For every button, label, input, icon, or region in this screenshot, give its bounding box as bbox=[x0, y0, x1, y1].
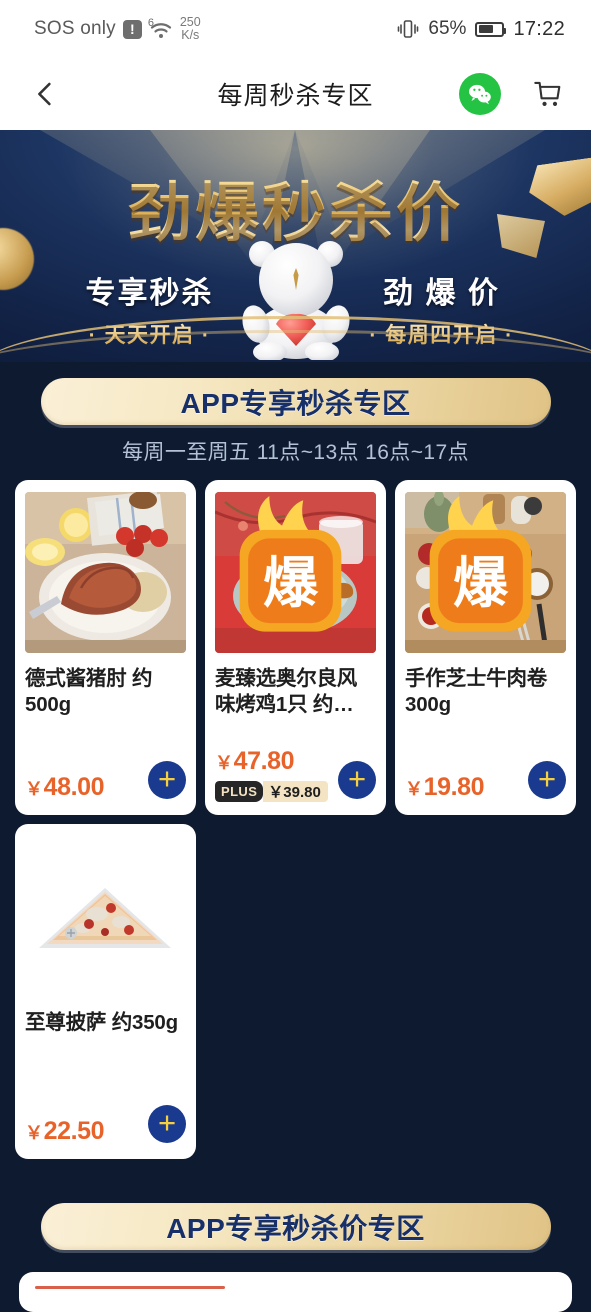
product-name: 麦臻选奥尔良风味烤鸡1只 约1.1k... bbox=[215, 667, 358, 717]
product-card[interactable]: 爆 手作芝士牛肉卷 300g ￥19.80 + bbox=[395, 480, 576, 815]
product-name: 手作芝士牛肉卷 300g bbox=[405, 667, 548, 717]
section-two-pill[interactable]: APP专享秒杀价专区 bbox=[40, 1203, 551, 1250]
add-to-cart-button[interactable]: + bbox=[338, 761, 376, 799]
product-footer: ￥22.50 + bbox=[25, 1105, 186, 1159]
wifi-icon: 6 bbox=[147, 17, 173, 39]
nav-bar: 每周秒杀专区 bbox=[0, 58, 591, 130]
battery-icon bbox=[475, 21, 507, 37]
add-to-cart-button[interactable]: + bbox=[528, 761, 566, 799]
plus-icon: + bbox=[157, 1104, 177, 1140]
plus-icon: + bbox=[157, 760, 177, 796]
product-card[interactable]: 爆 麦臻选奥尔良风味烤鸡1只 约1.1k... ￥47.80 PLUS ￥39.… bbox=[205, 480, 386, 815]
wechat-icon[interactable] bbox=[459, 73, 501, 115]
section-two-panel bbox=[19, 1272, 572, 1312]
price-block: ￥22.50 bbox=[25, 1117, 105, 1146]
product-footer: ￥48.00 + bbox=[25, 761, 186, 815]
price-block: ￥47.80 PLUS ￥39.80 bbox=[215, 747, 328, 802]
price-value: 47.80 bbox=[233, 747, 295, 775]
product-name: 至尊披萨 约350g bbox=[25, 1011, 178, 1034]
speed-value: 250 bbox=[179, 14, 201, 29]
section-one-header: APP专享秒杀专区 bbox=[0, 362, 591, 425]
price-block: ￥19.80 bbox=[405, 773, 485, 802]
status-bar: SOS only ! 6 250 K/s 65% 17:22 bbox=[0, 0, 591, 58]
hot-badge-icon: 爆 bbox=[429, 496, 532, 632]
nav-actions bbox=[459, 72, 569, 116]
network-gen-label: 6 bbox=[147, 17, 154, 29]
add-to-cart-button[interactable]: + bbox=[148, 1105, 186, 1143]
product-price: ￥48.00 bbox=[25, 773, 105, 802]
warning-icon: ! bbox=[122, 19, 142, 39]
product-grid: 德式酱猪肘 约500g ￥48.00 + 爆 麦臻选奥尔良风味烤鸡1只 约 ￥4… bbox=[0, 480, 591, 1159]
shopping-cart-icon[interactable] bbox=[525, 72, 569, 116]
back-button[interactable] bbox=[28, 77, 62, 111]
section-two-header: APP专享秒杀价专区 bbox=[0, 1159, 591, 1250]
product-image[interactable] bbox=[25, 492, 186, 653]
product-price: ￥19.80 bbox=[405, 773, 485, 802]
svg-text:爆: 爆 bbox=[263, 551, 319, 615]
price-value: 19.80 bbox=[423, 773, 485, 801]
section-one-pill-label: APP专享秒杀专区 bbox=[180, 387, 411, 419]
product-price: ￥47.80 bbox=[215, 747, 328, 776]
status-bar-right: 65% 17:22 bbox=[397, 18, 565, 41]
status-bar-left: SOS only ! 6 250 K/s bbox=[34, 14, 201, 42]
currency-symbol: ￥ bbox=[25, 1123, 43, 1143]
section-one-schedule: 每周一至周五 11点~13点 16点~17点 bbox=[122, 441, 469, 464]
speed-unit: K/s bbox=[181, 28, 200, 42]
currency-symbol: ￥ bbox=[405, 779, 423, 799]
plus-price-value: ￥39.80 bbox=[263, 781, 328, 802]
product-price: ￥22.50 bbox=[25, 1117, 105, 1146]
hero-left-main: 专享秒杀 bbox=[85, 277, 214, 310]
currency-symbol: ￥ bbox=[25, 779, 43, 799]
network-speed: 250 K/s bbox=[179, 14, 201, 42]
hot-badge-icon: 爆 bbox=[239, 496, 342, 632]
currency-symbol: ￥ bbox=[215, 753, 233, 773]
product-image[interactable] bbox=[25, 836, 186, 997]
plus-badge-label: PLUS bbox=[215, 781, 264, 802]
vibrate-icon bbox=[397, 19, 419, 39]
section-two-pill-label: APP专享秒杀价专区 bbox=[166, 1212, 425, 1244]
price-block: ￥48.00 bbox=[25, 773, 105, 802]
section-one-pill[interactable]: APP专享秒杀专区 bbox=[40, 378, 551, 425]
product-name: 德式酱猪肘 约500g bbox=[25, 667, 153, 717]
plus-icon: + bbox=[347, 760, 367, 796]
svg-text:爆: 爆 bbox=[453, 551, 509, 615]
clock-label: 17:22 bbox=[513, 17, 565, 40]
product-card[interactable]: 至尊披萨 约350g ￥22.50 + bbox=[15, 824, 196, 1159]
price-value: 48.00 bbox=[43, 773, 105, 801]
add-to-cart-button[interactable]: + bbox=[148, 761, 186, 799]
product-card[interactable]: 德式酱猪肘 约500g ￥48.00 + bbox=[15, 480, 196, 815]
promo-hero-banner: 劲爆秒杀价 专享秒杀 · 天天开启 · 劲 爆 价 · 每周四开启 · bbox=[0, 130, 591, 362]
product-image[interactable]: 爆 bbox=[215, 492, 376, 653]
product-footer: ￥47.80 PLUS ￥39.80 + bbox=[215, 747, 376, 815]
carrier-label: SOS only bbox=[34, 18, 116, 39]
hero-right-main: 劲 爆 价 bbox=[383, 277, 500, 310]
price-value: 22.50 bbox=[43, 1117, 105, 1145]
plus-member-price: PLUS ￥39.80 bbox=[215, 781, 328, 802]
plus-icon: + bbox=[537, 760, 557, 796]
product-footer: ￥19.80 + bbox=[405, 761, 566, 815]
battery-percent-label: 65% bbox=[428, 18, 467, 39]
product-image[interactable]: 爆 bbox=[405, 492, 566, 653]
active-tab-indicator bbox=[35, 1286, 225, 1289]
